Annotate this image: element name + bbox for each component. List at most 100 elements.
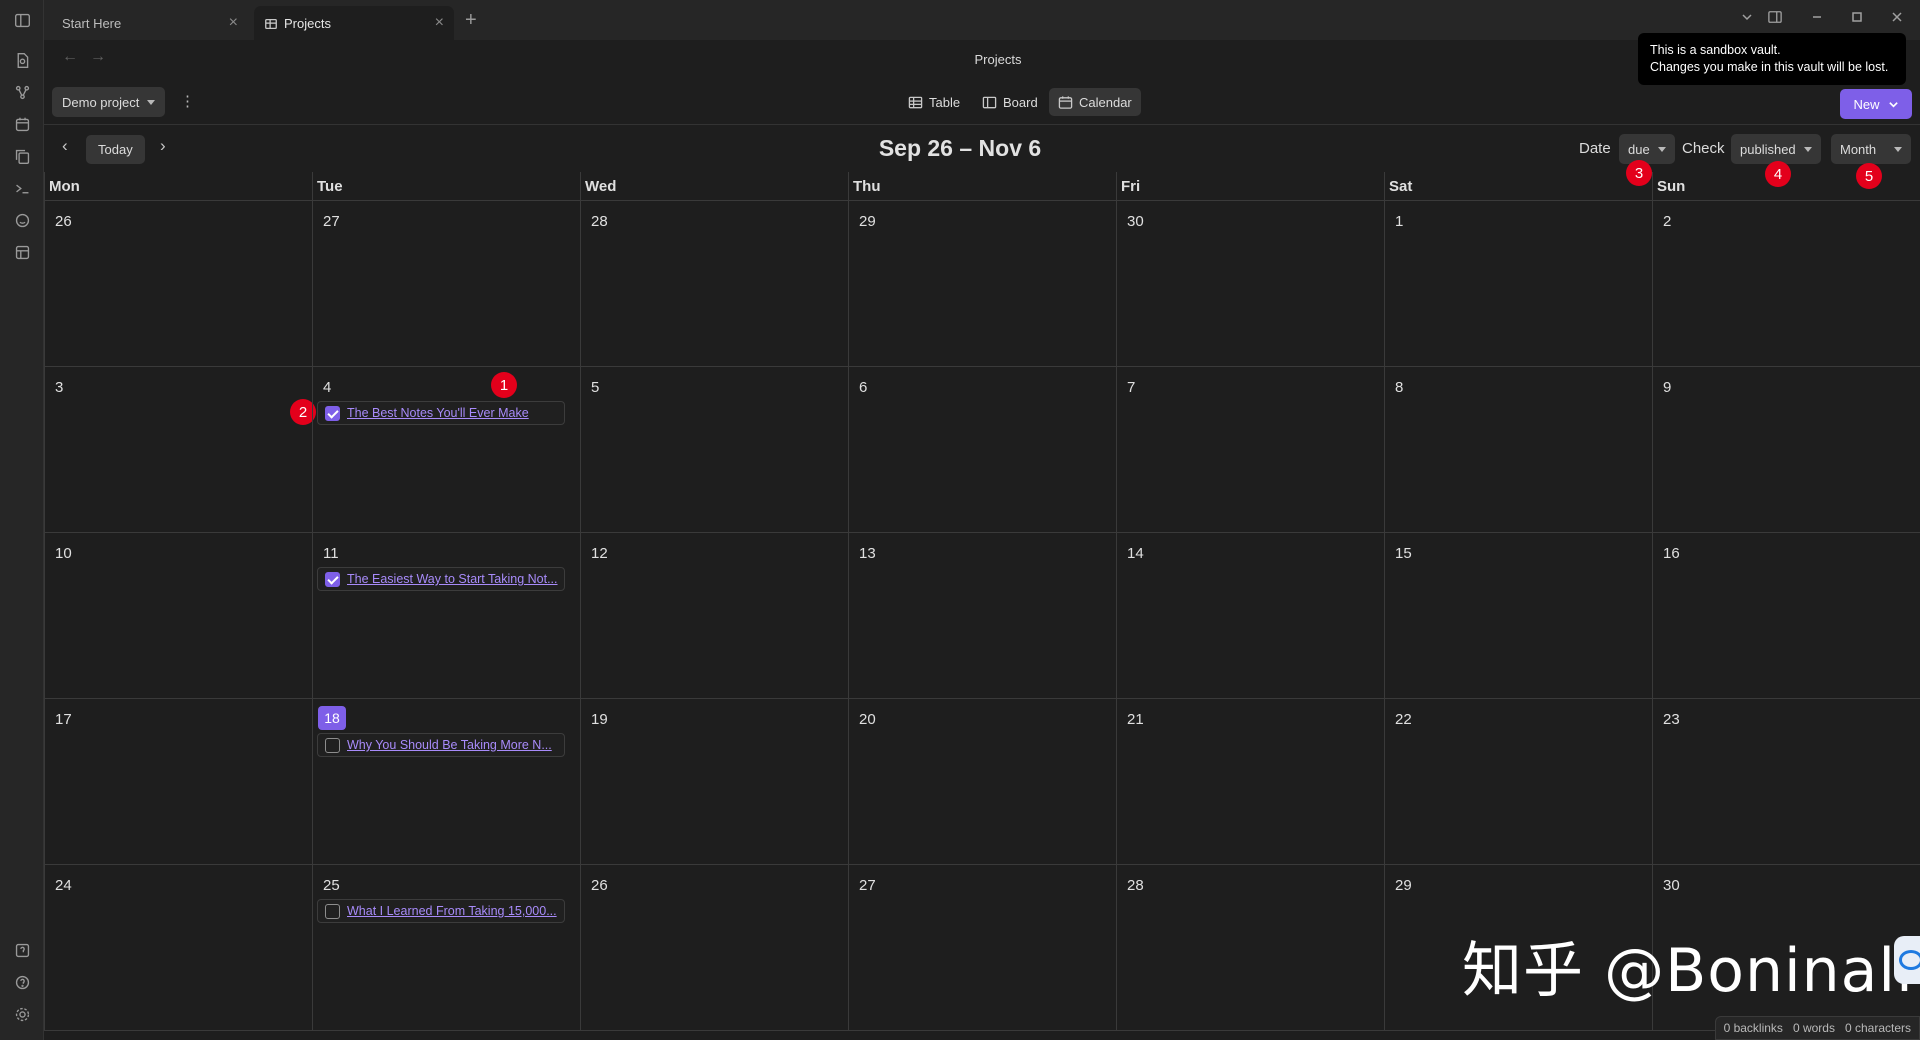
tab-label: Projects xyxy=(284,15,331,31)
check-field-dropdown[interactable]: published xyxy=(1731,134,1821,164)
tab-list-chevron-icon[interactable] xyxy=(1740,10,1754,27)
day-cell[interactable]: 26 xyxy=(44,201,312,367)
day-number: 2 xyxy=(1663,213,1672,230)
base-select-dropdown[interactable]: Demo project xyxy=(52,87,166,117)
day-cell[interactable]: 30 xyxy=(1116,201,1384,367)
day-cell[interactable]: 16 xyxy=(1652,533,1920,699)
day-cell[interactable]: 8 xyxy=(1384,367,1652,533)
dropdown-caret-icon xyxy=(1894,146,1903,152)
day-cell[interactable]: 12 xyxy=(580,533,848,699)
smiley-icon[interactable] xyxy=(12,210,32,230)
event-title-link[interactable]: The Easiest Way to Start Taking Not... xyxy=(347,572,558,586)
day-cell[interactable]: 3 xyxy=(44,367,312,533)
help-icon[interactable] xyxy=(12,972,32,992)
day-number: 4 xyxy=(323,379,332,396)
day-number: 1 xyxy=(1395,213,1404,230)
weekday-header: Tue xyxy=(312,172,580,200)
close-tab-icon[interactable]: × xyxy=(229,15,238,31)
day-number: 17 xyxy=(55,711,72,728)
calendar-event[interactable]: The Easiest Way to Start Taking Not... xyxy=(317,567,565,591)
day-cell[interactable]: 27 xyxy=(848,865,1116,1031)
day-cell[interactable]: 22 xyxy=(1384,699,1652,865)
day-cell[interactable]: 28 xyxy=(580,201,848,367)
new-tab-icon[interactable]: + xyxy=(465,9,477,32)
day-cell[interactable]: 10 xyxy=(44,533,312,699)
day-cell[interactable]: 1 xyxy=(1384,201,1652,367)
vault-icon[interactable] xyxy=(12,940,32,960)
tooltip-line-1: This is a sandbox vault. xyxy=(1650,43,1781,57)
copy-icon[interactable] xyxy=(12,146,32,166)
day-cell[interactable]: 17 xyxy=(44,699,312,865)
calendar-event[interactable]: What I Learned From Taking 15,000... xyxy=(317,899,565,923)
view-calendar-button[interactable]: Calendar xyxy=(1049,88,1141,116)
published-checkbox-checked[interactable] xyxy=(325,405,340,421)
event-title-link[interactable]: Why You Should Be Taking More N... xyxy=(347,738,552,752)
day-cell[interactable]: 6 xyxy=(848,367,1116,533)
calendar-event[interactable]: Why You Should Be Taking More N... xyxy=(317,733,565,757)
day-number: 24 xyxy=(55,877,72,894)
watermark-text: 知乎 @Boninall xyxy=(1462,936,1914,1006)
day-cell[interactable]: 21 xyxy=(1116,699,1384,865)
day-number: 30 xyxy=(1663,877,1680,894)
day-cell[interactable]: 7 xyxy=(1116,367,1384,533)
day-cell[interactable]: 24 xyxy=(44,865,312,1031)
view-mode-value: Month xyxy=(1840,141,1877,157)
day-cell[interactable]: 13 xyxy=(848,533,1116,699)
event-title-link[interactable]: The Best Notes You'll Ever Make xyxy=(347,406,529,420)
day-cell[interactable]: 25 What I Learned From Taking 15,000... xyxy=(312,865,580,1031)
day-cell[interactable]: 15 xyxy=(1384,533,1652,699)
terminal-icon[interactable] xyxy=(12,178,32,198)
table-icon xyxy=(264,15,284,31)
graph-view-icon[interactable] xyxy=(12,82,32,102)
day-cell[interactable]: 11 The Easiest Way to Start Taking Not... xyxy=(312,533,580,699)
weekday-header: Sat xyxy=(1384,172,1652,200)
day-cell[interactable]: 27 xyxy=(312,201,580,367)
close-window-icon[interactable] xyxy=(1890,10,1904,27)
published-checkbox-checked[interactable] xyxy=(325,571,340,587)
day-number: 13 xyxy=(859,545,876,562)
day-number: 6 xyxy=(859,379,868,396)
day-cell[interactable]: 5 xyxy=(580,367,848,533)
day-cell[interactable]: 2 xyxy=(1652,201,1920,367)
day-cell[interactable]: 18 Why You Should Be Taking More N... xyxy=(312,699,580,865)
day-number: 16 xyxy=(1663,545,1680,562)
day-cell[interactable]: 26 xyxy=(580,865,848,1031)
check-label: Check xyxy=(1682,140,1725,157)
day-number: 29 xyxy=(859,213,876,230)
open-switcher-icon[interactable] xyxy=(12,50,32,70)
right-sidebar-icon[interactable] xyxy=(1768,10,1782,27)
tab-start-here[interactable]: Start Here × xyxy=(44,6,248,40)
minimize-icon[interactable] xyxy=(1810,10,1824,27)
view-mode-dropdown[interactable]: Month xyxy=(1831,134,1912,164)
day-number: 10 xyxy=(55,545,72,562)
published-checkbox[interactable] xyxy=(325,903,340,919)
table-icon xyxy=(908,96,923,108)
published-checkbox[interactable] xyxy=(325,737,340,753)
close-tab-icon[interactable]: × xyxy=(435,15,444,31)
word-count: 0 words xyxy=(1792,1021,1835,1035)
calendar-event[interactable]: The Best Notes You'll Ever Make xyxy=(317,401,565,425)
date-field-dropdown[interactable]: due xyxy=(1619,134,1675,164)
day-cell[interactable]: 20 xyxy=(848,699,1116,865)
day-cell[interactable]: 9 xyxy=(1652,367,1920,533)
day-cell[interactable]: 14 xyxy=(1116,533,1384,699)
view-board-button[interactable]: Board xyxy=(973,88,1047,116)
day-cell[interactable]: 19 xyxy=(580,699,848,865)
tab-projects[interactable]: Projects × xyxy=(254,6,454,40)
new-button[interactable]: New xyxy=(1840,89,1912,119)
day-cell[interactable]: 4 The Best Notes You'll Ever Make xyxy=(312,367,580,533)
maximize-icon[interactable] xyxy=(1850,10,1864,27)
more-options-icon[interactable]: ⋮ xyxy=(180,92,195,110)
day-cell[interactable]: 23 xyxy=(1652,699,1920,865)
view-table-button[interactable]: Table xyxy=(899,88,969,116)
event-title-link[interactable]: What I Learned From Taking 15,000... xyxy=(347,904,557,918)
day-number: 11 xyxy=(323,545,339,562)
day-cell[interactable]: 29 xyxy=(848,201,1116,367)
check-field-value: published xyxy=(1740,141,1796,157)
day-cell[interactable]: 28 xyxy=(1116,865,1384,1031)
sidebar-toggle-icon[interactable] xyxy=(12,10,32,30)
settings-icon[interactable] xyxy=(12,1004,32,1024)
layout-icon[interactable] xyxy=(12,242,32,262)
calendar-icon[interactable] xyxy=(12,114,32,134)
day-number: 26 xyxy=(591,877,608,894)
